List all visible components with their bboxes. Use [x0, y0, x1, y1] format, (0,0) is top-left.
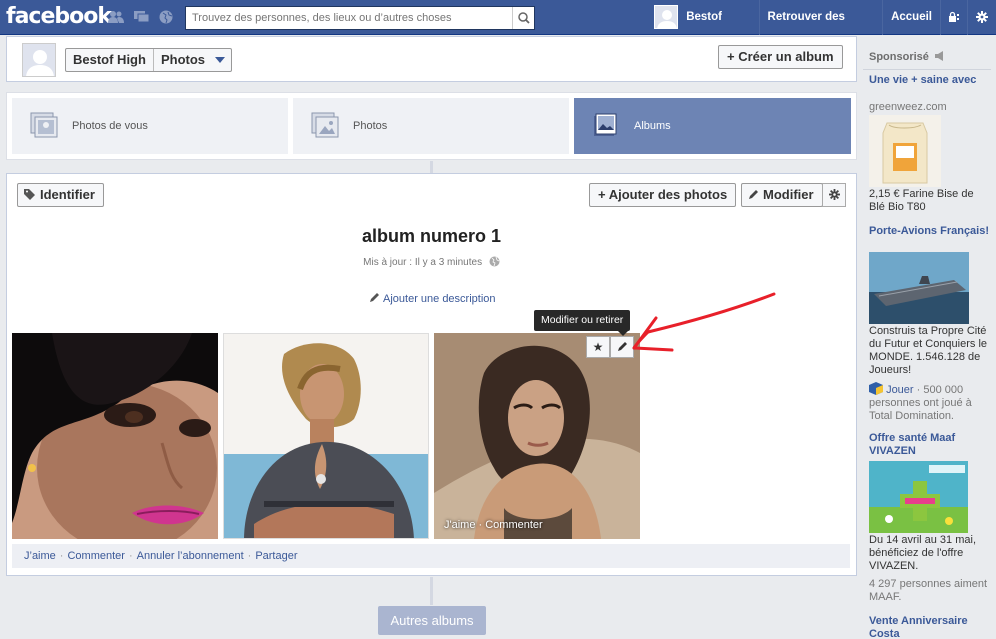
tab-label: Photos: [353, 120, 388, 132]
profile-picture[interactable]: [22, 43, 56, 77]
other-albums-button[interactable]: Autres albums: [378, 606, 486, 635]
unfollow-link[interactable]: Annuler l’abonnement: [137, 550, 244, 562]
ad-title[interactable]: Porte-Avions Français!: [869, 225, 991, 238]
megaphone-icon: [934, 51, 943, 61]
ad-title[interactable]: Offre santé Maaf VIVAZEN: [869, 432, 991, 458]
ad-play-link[interactable]: Jouer: [886, 384, 914, 396]
edit-album-label: Modifier: [763, 187, 814, 202]
tag-icon: [24, 189, 35, 200]
album-actions-bar: J’aime · Commenter · Annuler l’abonnement · Pa…: [12, 544, 850, 568]
album-updated: Mis à jour : Il y a 3 minutes: [6, 256, 857, 268]
profile-link[interactable]: Bestof High: [646, 0, 760, 58]
make-cover-star-icon[interactable]: ★: [586, 336, 610, 358]
album-options-gear-icon[interactable]: [822, 183, 846, 207]
facebook-logo[interactable]: facebook: [6, 4, 112, 29]
albums-icon: [592, 112, 622, 140]
album-photo-2[interactable]: [223, 333, 429, 539]
ad-social-text: 4 297 personnes aiment MAAF.: [869, 578, 988, 603]
edit-tooltip: Modifier ou retirer: [534, 310, 631, 336]
add-photos-button[interactable]: + Ajouter des photos: [589, 183, 737, 207]
breadcrumb: Bestof High Photos: [65, 48, 232, 72]
search-box: [185, 6, 535, 30]
add-description-label: Ajouter une description: [383, 293, 496, 305]
tab-label: Photos de vous: [72, 120, 148, 132]
pencil-icon: [370, 293, 379, 302]
tag-button-label: Identifier: [40, 187, 95, 202]
photos-of-you-icon: [30, 112, 60, 140]
album-title: album numero 1: [361, 226, 502, 246]
game-cube-icon: [869, 382, 883, 395]
ad-domain: greenweez.com: [869, 101, 947, 113]
search-input[interactable]: [186, 7, 506, 29]
ad-image[interactable]: [869, 115, 941, 187]
album-photo-1[interactable]: [12, 333, 218, 539]
create-album-button[interactable]: + Créer un album: [718, 45, 843, 69]
friend-requests-icon[interactable]: [108, 10, 124, 24]
top-nav: Bestof High Retrouver des amis Accueil: [646, 0, 996, 58]
tab-albums[interactable]: Albums: [574, 98, 851, 154]
sponsored-label: Sponsorisé: [869, 51, 929, 63]
ad-text: 2,15 € Farine Bise de Blé Bio T80: [869, 188, 974, 213]
find-friends-link[interactable]: Retrouver des amis: [760, 0, 884, 58]
comment-link[interactable]: Commenter: [67, 550, 124, 562]
breadcrumb-profile-name[interactable]: Bestof High: [66, 49, 154, 71]
ad-title[interactable]: Une vie + saine avec: [869, 74, 991, 87]
profile-header: Bestof High Photos + Créer un album: [6, 36, 857, 82]
chevron-down-icon: [214, 57, 225, 63]
album-photo-3[interactable]: J'aime · Commenter: [434, 333, 640, 539]
sponsored-heading: Sponsorisé: [869, 51, 946, 63]
annotation-arrow-icon: [632, 292, 776, 352]
avatar: [654, 4, 678, 29]
photo-overlay-actions[interactable]: J'aime · Commenter: [444, 519, 543, 531]
tab-label: Albums: [634, 120, 671, 132]
top-bar: facebook Bestof High Retrouver des amis …: [0, 0, 996, 58]
ad-title[interactable]: Vente Anniversaire Costa: [869, 615, 991, 639]
home-link[interactable]: Accueil: [883, 0, 941, 35]
ad-text: Construis ta Propre Cité du Futur et Con…: [869, 325, 988, 376]
privacy-lock-icon[interactable]: [941, 0, 968, 35]
ad-image[interactable]: [869, 461, 968, 533]
add-description-link[interactable]: Ajouter une description: [369, 292, 496, 305]
like-link[interactable]: J’aime: [24, 550, 56, 562]
photos-icon: [311, 112, 341, 140]
ad-text: Du 14 avril au 31 mai, bénéficiez de l'o…: [869, 534, 976, 572]
pencil-icon: [749, 190, 758, 199]
tab-photos[interactable]: Photos: [293, 98, 569, 154]
search-icon[interactable]: [512, 7, 534, 29]
ad-social: Jouer · 500 000 personnes ont joué à Tot…: [869, 382, 991, 423]
tag-button[interactable]: Identifier: [17, 183, 104, 207]
connector-line: [430, 161, 433, 173]
divider: [863, 69, 991, 70]
ad-image[interactable]: [869, 252, 969, 324]
tab-photos-of-you[interactable]: Photos de vous: [12, 98, 288, 154]
connector-line: [430, 577, 433, 605]
notifications-globe-icon[interactable]: [158, 10, 174, 24]
share-link[interactable]: Partager: [255, 550, 297, 562]
ad-social-text: · 500 000 personnes ont joué à Total Dom…: [869, 384, 972, 422]
edit-album-button[interactable]: Modifier: [741, 183, 823, 207]
breadcrumb-section-label: Photos: [160, 52, 206, 67]
settings-gear-icon[interactable]: [968, 0, 996, 35]
public-globe-icon: [489, 256, 500, 267]
breadcrumb-section-dropdown[interactable]: Photos: [154, 49, 231, 71]
messages-icon[interactable]: [134, 10, 150, 24]
album-updated-text: Mis à jour : Il y a 3 minutes: [363, 257, 483, 268]
